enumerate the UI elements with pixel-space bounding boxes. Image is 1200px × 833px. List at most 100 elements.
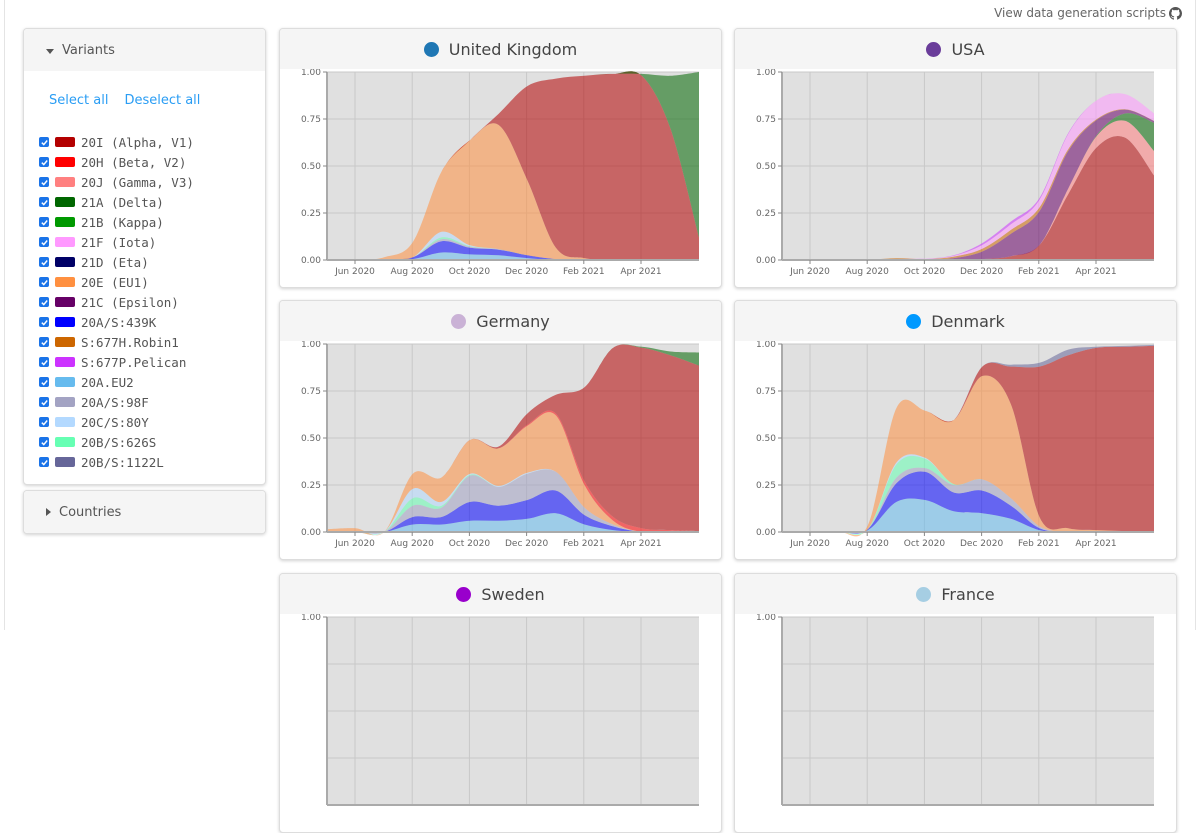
variant-item-s-677h-robin1[interactable]: S:677H.Robin1: [39, 332, 265, 352]
check-icon: [40, 179, 48, 186]
variant-item-20a-s-98f[interactable]: 20A/S:98F: [39, 392, 265, 412]
select-all-link[interactable]: Select all: [49, 93, 108, 129]
chart-title: Sweden: [280, 574, 721, 614]
variant-item-20b-s-1122l[interactable]: 20B/S:1122L: [39, 452, 265, 472]
variant-label: 20J (Gamma, V3): [81, 174, 194, 190]
variant-label: 20B/S:626S: [81, 434, 157, 450]
check-icon: [40, 239, 48, 246]
chart-title-text: USA: [951, 39, 985, 59]
variant-checkbox[interactable]: [39, 157, 49, 167]
variant-checkbox[interactable]: [39, 237, 49, 247]
variant-color-swatch: [55, 297, 75, 307]
x-tick-label: Oct 2020: [449, 267, 491, 277]
variant-item-20b-s-626s[interactable]: 20B/S:626S: [39, 432, 265, 452]
check-icon: [40, 259, 48, 266]
countries-panel-header[interactable]: Countries: [24, 491, 265, 533]
chart-title-text: France: [941, 584, 995, 604]
variant-color-swatch: [55, 177, 75, 187]
variant-color-swatch: [55, 457, 75, 467]
check-icon: [40, 399, 48, 406]
variant-item-20a-eu2[interactable]: 20A.EU2: [39, 372, 265, 392]
variant-checkbox[interactable]: [39, 177, 49, 187]
variant-color-swatch: [55, 137, 75, 147]
variant-item-21b-kappa[interactable]: 21B (Kappa): [39, 212, 265, 232]
variant-checkbox[interactable]: [39, 297, 49, 307]
variant-label: S:677P.Pelican: [81, 354, 187, 370]
variant-label: S:677H.Robin1: [81, 334, 179, 350]
variant-item-20h-beta-v2[interactable]: 20H (Beta, V2): [39, 152, 265, 172]
variant-label: 20A/S:439K: [81, 314, 157, 330]
variant-checkbox[interactable]: [39, 257, 49, 267]
variant-checkbox[interactable]: [39, 457, 49, 467]
variant-label: 20A.EU2: [81, 374, 134, 390]
y-tick-label: 0.50: [301, 162, 321, 172]
y-tick-label: 0.00: [301, 528, 321, 538]
deselect-all-link[interactable]: Deselect all: [124, 93, 200, 129]
variant-checkbox[interactable]: [39, 337, 49, 347]
y-tick-label: 0.25: [301, 209, 321, 219]
variant-label: 21B (Kappa): [81, 214, 164, 230]
variant-label: 20I (Alpha, V1): [81, 134, 194, 150]
variant-label: 20H (Beta, V2): [81, 154, 187, 170]
variant-item-21c-epsilon[interactable]: 21C (Epsilon): [39, 292, 265, 312]
y-tick-label: 0.00: [756, 256, 776, 266]
variant-color-swatch: [55, 417, 75, 427]
variant-checkbox[interactable]: [39, 217, 49, 227]
variant-item-20a-s-439k[interactable]: 20A/S:439K: [39, 312, 265, 332]
chart-svg: 1.00: [756, 614, 1154, 806]
variant-checkbox[interactable]: [39, 357, 49, 367]
github-link-label: View data generation scripts: [994, 6, 1166, 20]
chart-title-text: Sweden: [481, 584, 545, 604]
chart-card-denmark: Denmark 0.00 0.25 0.50 0.75 1.00 Jun 2020 Aug 2…: [734, 300, 1177, 560]
y-tick-label: 0.25: [756, 209, 776, 219]
x-tick-label: Feb 2021: [1018, 539, 1060, 549]
variant-item-20j-gamma-v3[interactable]: 20J (Gamma, V3): [39, 172, 265, 192]
chart-card-usa: USA 0.00 0.25 0.50 0.75 1.00 Jun 2020 Aug 2020 O…: [734, 28, 1177, 288]
country-dot-icon: [926, 41, 942, 57]
variant-checkbox[interactable]: [39, 137, 49, 147]
variant-checkbox[interactable]: [39, 417, 49, 427]
variant-item-21d-eta[interactable]: 21D (Eta): [39, 252, 265, 272]
y-tick-label: 0.50: [756, 434, 776, 444]
country-dot-icon: [916, 586, 932, 602]
variant-checkbox[interactable]: [39, 277, 49, 287]
variant-checkbox[interactable]: [39, 377, 49, 387]
x-tick-label: Oct 2020: [449, 539, 491, 549]
chart-title: USA: [735, 29, 1176, 69]
y-tick-label: 1.00: [301, 69, 321, 78]
check-icon: [40, 379, 48, 386]
variant-checkbox[interactable]: [39, 317, 49, 327]
check-icon: [40, 459, 48, 466]
x-tick-label: Jun 2020: [334, 267, 375, 277]
check-icon: [40, 159, 48, 166]
x-tick-label: Feb 2021: [1018, 267, 1060, 277]
x-tick-label: Jun 2020: [789, 539, 830, 549]
variant-color-swatch: [55, 377, 75, 387]
github-scripts-link[interactable]: View data generation scripts: [994, 6, 1182, 20]
x-tick-label: Feb 2021: [563, 539, 605, 549]
variant-item-21f-iota[interactable]: 21F (Iota): [39, 232, 265, 252]
y-tick-label: 0.75: [301, 115, 321, 125]
variant-list: 20I (Alpha, V1) 20H (Beta, V2) 20J (Gamma,…: [24, 129, 265, 482]
variant-color-swatch: [55, 197, 75, 207]
check-icon: [40, 279, 48, 286]
variant-label: 20E (EU1): [81, 274, 149, 290]
variant-item-s-677p-pelican[interactable]: S:677P.Pelican: [39, 352, 265, 372]
variant-item-20e-eu1[interactable]: 20E (EU1): [39, 272, 265, 292]
x-tick-label: Apr 2021: [620, 539, 661, 549]
check-icon: [40, 319, 48, 326]
chart-title: Germany: [280, 301, 721, 341]
check-icon: [40, 299, 48, 306]
country-dot-icon: [906, 313, 922, 329]
variant-item-20c-s-80y[interactable]: 20C/S:80Y: [39, 412, 265, 432]
y-tick-label: 0.50: [301, 434, 321, 444]
variant-item-21a-delta[interactable]: 21A (Delta): [39, 192, 265, 212]
variant-checkbox[interactable]: [39, 197, 49, 207]
y-tick-label: 1.00: [301, 341, 321, 350]
chart-title-text: Germany: [476, 311, 550, 331]
variant-checkbox[interactable]: [39, 397, 49, 407]
variant-item-20i-alpha-v1[interactable]: 20I (Alpha, V1): [39, 132, 265, 152]
x-tick-label: Apr 2021: [1075, 539, 1116, 549]
variant-checkbox[interactable]: [39, 437, 49, 447]
variants-panel-header[interactable]: Variants: [24, 29, 265, 71]
